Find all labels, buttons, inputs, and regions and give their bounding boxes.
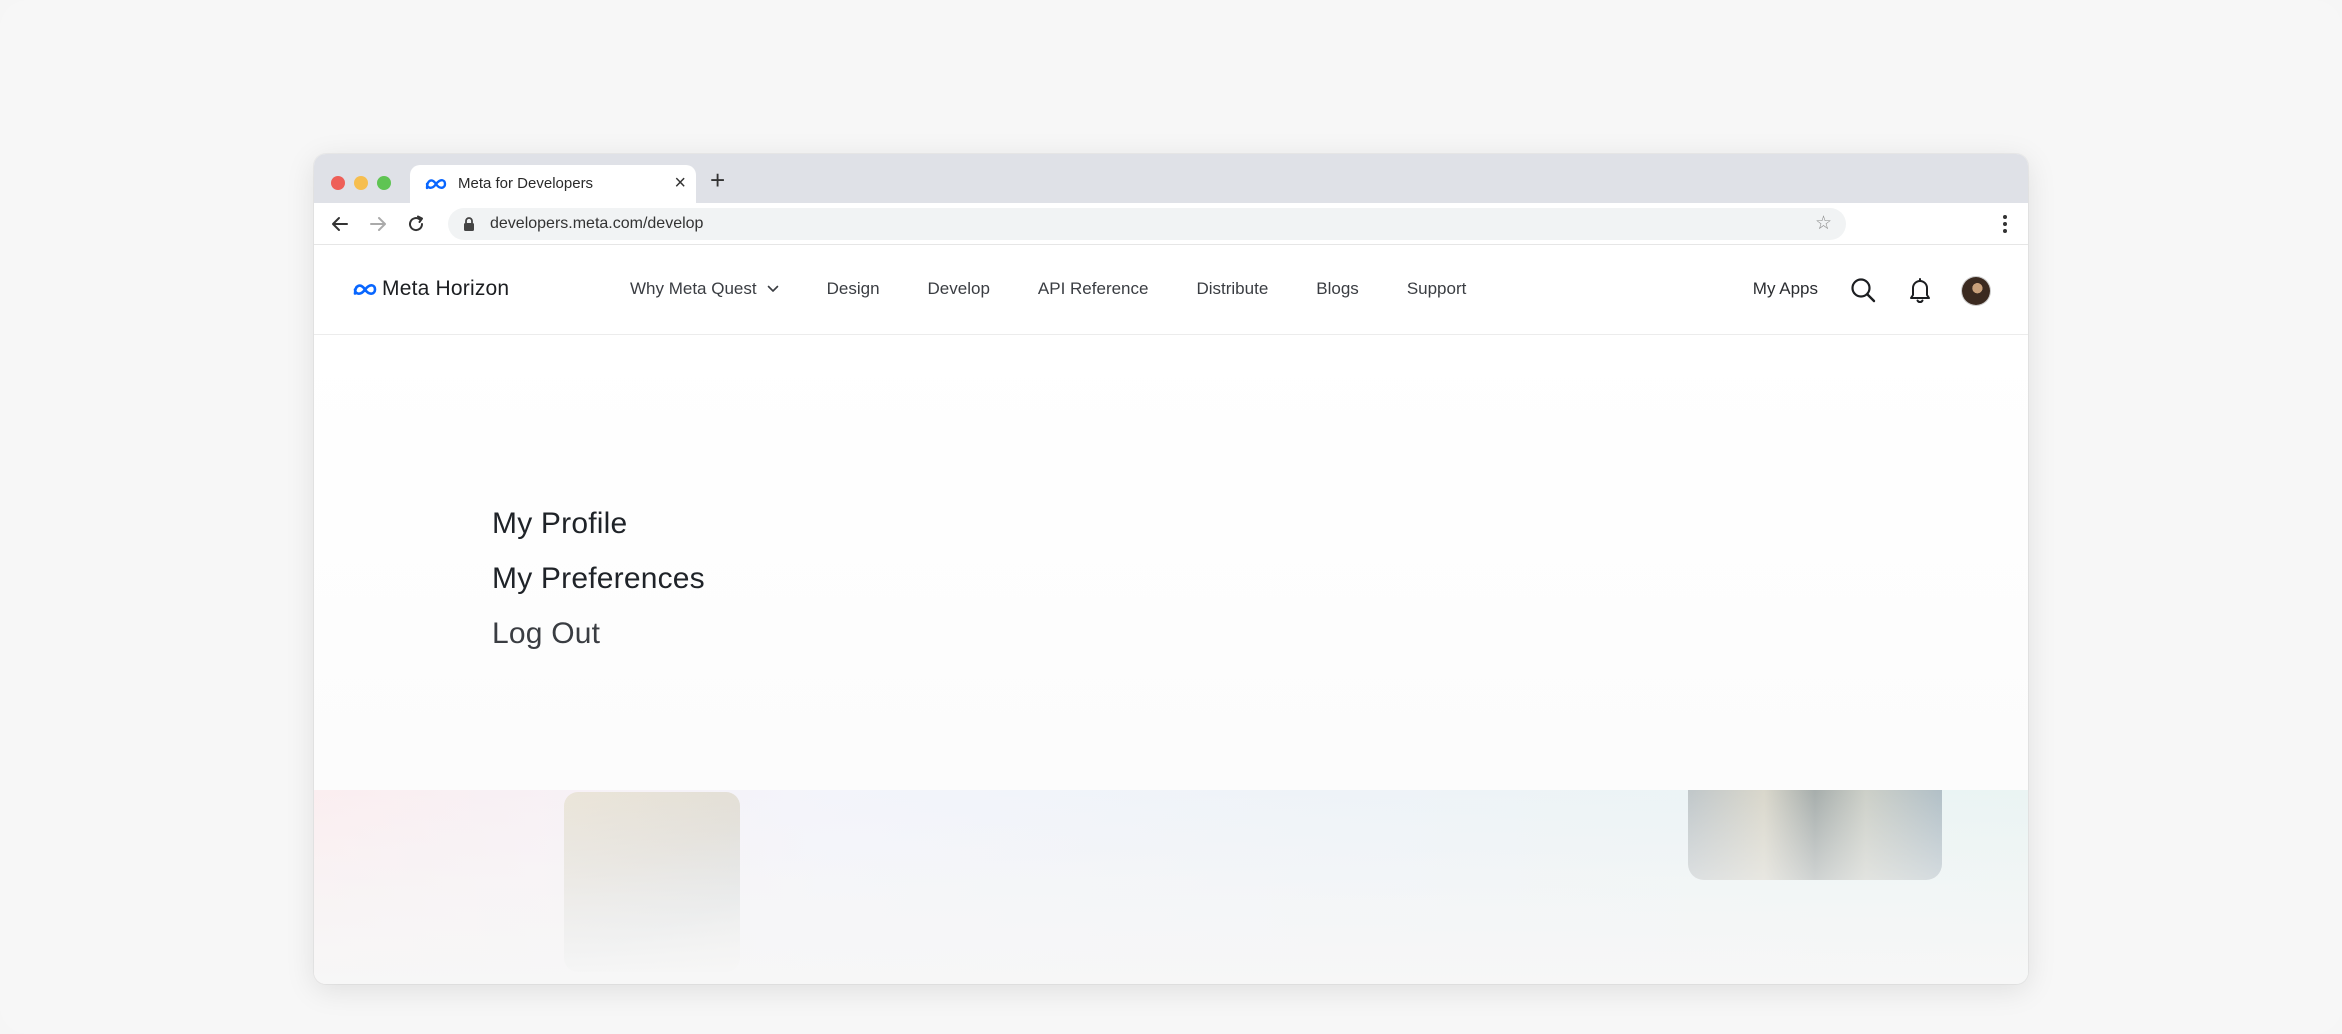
my-preferences-link[interactable]: My Preferences <box>492 551 705 606</box>
reload-icon[interactable] <box>406 214 426 234</box>
nav-develop[interactable]: Develop <box>928 279 990 299</box>
nav-design[interactable]: Design <box>827 279 880 299</box>
nav-api-reference[interactable]: API Reference <box>1038 279 1149 299</box>
window-minimize-button[interactable] <box>354 176 368 190</box>
bell-icon[interactable] <box>1908 276 1932 304</box>
profile-dropdown-panel: My Profile My Preferences Log Out <box>314 336 2028 790</box>
browser-toolbar: developers.meta.com/develop ☆ <box>314 203 2028 245</box>
log-out-link[interactable]: Log Out <box>492 606 705 661</box>
close-icon[interactable]: × <box>674 172 686 194</box>
window-close-button[interactable] <box>331 176 345 190</box>
browser-window: Meta for Developers × + developers.meta.… <box>314 154 2028 984</box>
more-vertical-icon[interactable] <box>2002 214 2008 234</box>
window-maximize-button[interactable] <box>377 176 391 190</box>
meta-logo-icon <box>425 179 447 190</box>
hero-background <box>314 790 2028 984</box>
address-bar[interactable]: developers.meta.com/develop ☆ <box>448 208 1846 240</box>
url-text: developers.meta.com/develop <box>490 215 704 232</box>
browser-tab[interactable]: Meta for Developers × <box>410 165 696 203</box>
site-header: Meta Horizon Why Meta Quest Design Devel… <box>314 246 2028 335</box>
my-apps-link[interactable]: My Apps <box>1753 279 1818 299</box>
forward-arrow-icon[interactable] <box>368 214 388 234</box>
meta-logo-icon <box>353 284 377 295</box>
back-arrow-icon[interactable] <box>330 214 350 234</box>
avatar[interactable] <box>1962 277 1990 305</box>
plus-icon[interactable]: + <box>710 166 725 194</box>
chevron-down-icon <box>767 285 778 292</box>
tab-strip: Meta for Developers × + <box>314 154 2028 203</box>
hero-fade-overlay <box>314 790 2028 984</box>
nav-distribute[interactable]: Distribute <box>1196 279 1268 299</box>
nav-why-meta-quest[interactable]: Why Meta Quest <box>630 279 779 299</box>
main-menu: Why Meta Quest Design Develop API Refere… <box>630 279 1514 299</box>
lock-icon <box>464 217 474 231</box>
search-icon[interactable] <box>1850 277 1876 303</box>
nav-support[interactable]: Support <box>1407 279 1467 299</box>
tab-title: Meta for Developers <box>458 175 594 192</box>
nav-blogs[interactable]: Blogs <box>1316 279 1359 299</box>
brand-name: Meta Horizon <box>382 277 510 300</box>
nav-label: Why Meta Quest <box>630 279 757 298</box>
my-profile-link[interactable]: My Profile <box>492 496 705 551</box>
profile-menu: My Profile My Preferences Log Out <box>492 496 705 661</box>
backdrop: Meta for Developers × + developers.meta.… <box>0 0 2342 1034</box>
star-icon[interactable]: ☆ <box>1815 212 1832 235</box>
